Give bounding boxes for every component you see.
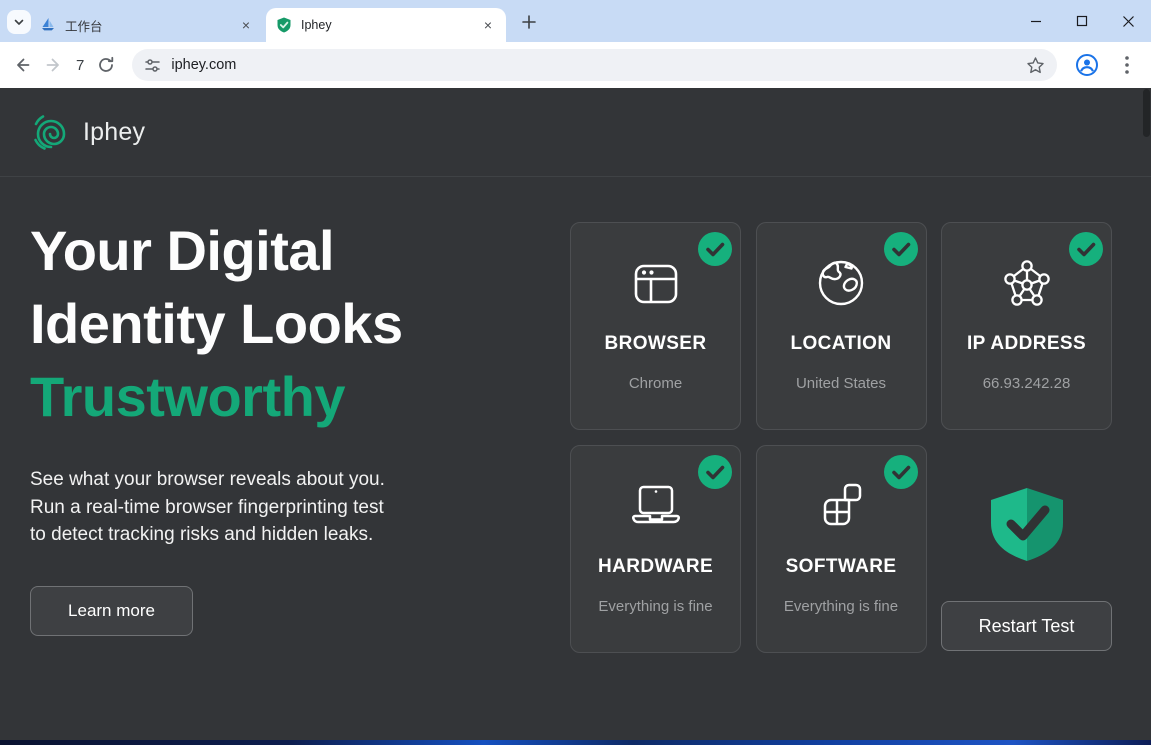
status-cards-grid: BROWSER Chrome xyxy=(570,222,1112,653)
tune-icon[interactable] xyxy=(144,57,161,74)
kebab-menu-icon xyxy=(1125,56,1129,74)
profile-button[interactable] xyxy=(1071,49,1103,81)
tab-close-icon[interactable]: × xyxy=(480,17,496,33)
card-value: Everything is fine xyxy=(598,598,712,615)
maximize-button[interactable] xyxy=(1059,0,1105,42)
close-icon xyxy=(1122,15,1135,28)
minimize-button[interactable] xyxy=(1013,0,1059,42)
check-badge xyxy=(698,232,732,266)
iphey-page: Iphey Your Digital Identity Looks Trustw… xyxy=(0,88,1151,740)
maximize-icon xyxy=(1076,15,1088,27)
address-bar[interactable]: iphey.com xyxy=(132,49,1057,81)
tab-title: 工作台 xyxy=(65,16,238,35)
shield-check-icon xyxy=(985,485,1069,563)
restart-test-button[interactable]: Restart Test xyxy=(941,601,1112,651)
forward-button[interactable] xyxy=(38,49,70,81)
card-ip-address[interactable]: IP ADDRESS 66.93.242.28 xyxy=(941,222,1112,430)
badge-circle xyxy=(884,232,918,266)
sailboat-icon xyxy=(40,17,56,33)
badge-circle xyxy=(884,455,918,489)
app-modules-icon xyxy=(811,476,871,536)
card-software[interactable]: SOFTWARE Everything is fine xyxy=(756,445,927,653)
tab-close-icon[interactable]: × xyxy=(238,17,254,33)
card-location[interactable]: LOCATION United States xyxy=(756,222,927,430)
card-browser[interactable]: BROWSER Chrome xyxy=(570,222,741,430)
nav-badge: 7 xyxy=(70,57,90,74)
account-icon xyxy=(1075,53,1099,77)
hero-description-line: Run a real-time browser fingerprinting t… xyxy=(30,494,530,522)
card-value: Chrome xyxy=(629,375,682,392)
result-cell: Restart Test xyxy=(941,445,1112,653)
network-nodes-icon xyxy=(997,253,1057,313)
hero-title-line2: Identity Looks xyxy=(30,292,403,355)
green-shield-check-icon xyxy=(276,17,292,33)
badge-circle xyxy=(1069,232,1103,266)
card-label: HARDWARE xyxy=(598,556,713,578)
hero-description-line: to detect tracking risks and hidden leak… xyxy=(30,521,530,549)
tab-search-button[interactable] xyxy=(7,10,31,34)
hero-description-line: See what your browser reveals about you. xyxy=(30,466,530,494)
card-label: LOCATION xyxy=(790,333,891,355)
hero-title: Your Digital Identity Looks Trustworthy xyxy=(30,214,530,433)
reload-button[interactable] xyxy=(90,49,122,81)
check-badge xyxy=(884,232,918,266)
badge-circle xyxy=(698,455,732,489)
check-badge xyxy=(698,455,732,489)
window-controls xyxy=(1013,0,1151,42)
card-value: 66.93.242.28 xyxy=(983,375,1071,392)
hero-description: See what your browser reveals about you.… xyxy=(30,466,530,549)
browser-window-icon xyxy=(626,253,686,313)
hero-title-line1: Your Digital xyxy=(30,219,334,282)
card-value: Everything is fine xyxy=(784,598,898,615)
star-icon[interactable] xyxy=(1026,56,1045,75)
card-hardware[interactable]: HARDWARE Everything is fine xyxy=(570,445,741,653)
chevron-down-icon xyxy=(13,16,25,28)
card-label: SOFTWARE xyxy=(786,556,897,578)
card-label: BROWSER xyxy=(604,333,706,355)
tab-strip: 工作台 × Iphey × xyxy=(0,0,1151,42)
arrow-right-icon xyxy=(45,56,63,74)
check-badge xyxy=(1069,232,1103,266)
desktop-wallpaper-strip xyxy=(0,740,1151,745)
scrollbar-thumb[interactable] xyxy=(1143,89,1150,137)
url-text[interactable]: iphey.com xyxy=(171,57,1026,73)
site-header: Iphey xyxy=(0,88,1151,177)
badge-circle xyxy=(698,232,732,266)
tab-title: Iphey xyxy=(301,18,480,32)
learn-more-button[interactable]: Learn more xyxy=(30,586,193,636)
browser-toolbar: 7 iphey.com xyxy=(0,42,1151,88)
back-button[interactable] xyxy=(6,49,38,81)
laptop-icon xyxy=(626,476,686,536)
toolbar-right xyxy=(1071,49,1143,81)
card-label: IP ADDRESS xyxy=(967,333,1086,355)
new-tab-button[interactable] xyxy=(516,9,542,35)
browser-window: 工作台 × Iphey × xyxy=(0,0,1151,745)
reload-icon xyxy=(97,56,115,74)
tab-iphey[interactable]: Iphey × xyxy=(266,8,506,42)
brand-name[interactable]: Iphey xyxy=(83,118,145,147)
arrow-left-icon xyxy=(13,56,31,74)
hero-section: Your Digital Identity Looks Trustworthy … xyxy=(30,214,530,636)
close-window-button[interactable] xyxy=(1105,0,1151,42)
plus-icon xyxy=(522,15,536,29)
tab-workbench[interactable]: 工作台 × xyxy=(30,8,264,42)
minimize-icon xyxy=(1030,15,1042,27)
globe-icon xyxy=(811,253,871,313)
fingerprint-icon xyxy=(30,111,72,153)
menu-button[interactable] xyxy=(1111,49,1143,81)
card-value: United States xyxy=(796,375,886,392)
hero-title-accent: Trustworthy xyxy=(30,365,345,428)
check-badge xyxy=(884,455,918,489)
